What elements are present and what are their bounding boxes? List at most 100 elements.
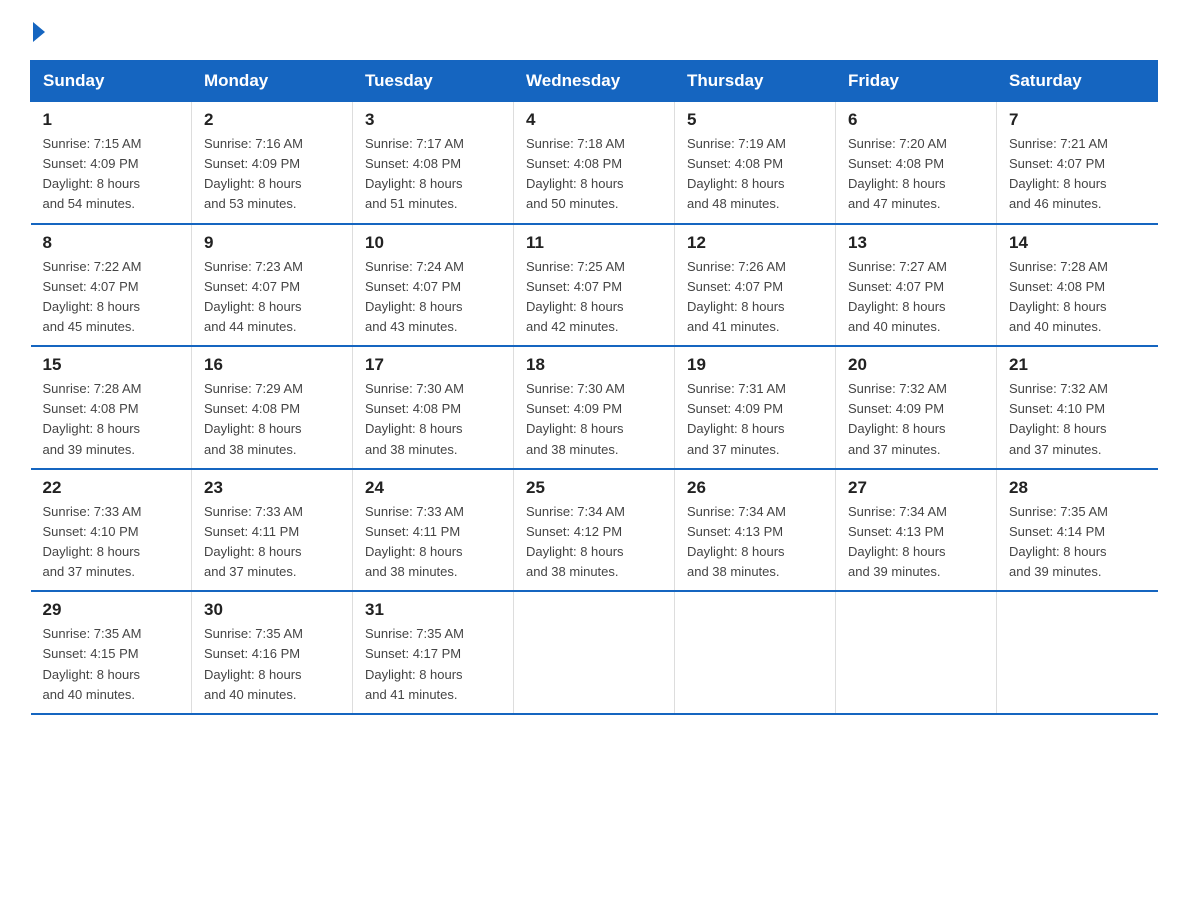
day-number: 10 bbox=[365, 233, 501, 253]
calendar-cell: 23 Sunrise: 7:33 AMSunset: 4:11 PMDaylig… bbox=[192, 469, 353, 592]
calendar-body: 1 Sunrise: 7:15 AMSunset: 4:09 PMDayligh… bbox=[31, 102, 1158, 714]
day-info: Sunrise: 7:17 AMSunset: 4:08 PMDaylight:… bbox=[365, 134, 501, 215]
day-number: 7 bbox=[1009, 110, 1146, 130]
calendar-cell: 10 Sunrise: 7:24 AMSunset: 4:07 PMDaylig… bbox=[353, 224, 514, 347]
day-number: 13 bbox=[848, 233, 984, 253]
calendar-cell: 26 Sunrise: 7:34 AMSunset: 4:13 PMDaylig… bbox=[675, 469, 836, 592]
day-number: 25 bbox=[526, 478, 662, 498]
day-info: Sunrise: 7:33 AMSunset: 4:10 PMDaylight:… bbox=[43, 502, 180, 583]
day-number: 21 bbox=[1009, 355, 1146, 375]
day-info: Sunrise: 7:25 AMSunset: 4:07 PMDaylight:… bbox=[526, 257, 662, 338]
calendar-cell: 15 Sunrise: 7:28 AMSunset: 4:08 PMDaylig… bbox=[31, 346, 192, 469]
calendar-cell: 2 Sunrise: 7:16 AMSunset: 4:09 PMDayligh… bbox=[192, 102, 353, 224]
day-number: 26 bbox=[687, 478, 823, 498]
day-info: Sunrise: 7:21 AMSunset: 4:07 PMDaylight:… bbox=[1009, 134, 1146, 215]
calendar-cell: 28 Sunrise: 7:35 AMSunset: 4:14 PMDaylig… bbox=[997, 469, 1158, 592]
calendar-cell: 16 Sunrise: 7:29 AMSunset: 4:08 PMDaylig… bbox=[192, 346, 353, 469]
day-number: 20 bbox=[848, 355, 984, 375]
day-number: 19 bbox=[687, 355, 823, 375]
calendar-cell: 12 Sunrise: 7:26 AMSunset: 4:07 PMDaylig… bbox=[675, 224, 836, 347]
day-info: Sunrise: 7:20 AMSunset: 4:08 PMDaylight:… bbox=[848, 134, 984, 215]
day-number: 27 bbox=[848, 478, 984, 498]
day-info: Sunrise: 7:22 AMSunset: 4:07 PMDaylight:… bbox=[43, 257, 180, 338]
day-number: 29 bbox=[43, 600, 180, 620]
day-number: 23 bbox=[204, 478, 340, 498]
calendar-cell: 29 Sunrise: 7:35 AMSunset: 4:15 PMDaylig… bbox=[31, 591, 192, 714]
calendar-week-row: 22 Sunrise: 7:33 AMSunset: 4:10 PMDaylig… bbox=[31, 469, 1158, 592]
day-number: 8 bbox=[43, 233, 180, 253]
calendar-cell: 11 Sunrise: 7:25 AMSunset: 4:07 PMDaylig… bbox=[514, 224, 675, 347]
calendar-cell: 20 Sunrise: 7:32 AMSunset: 4:09 PMDaylig… bbox=[836, 346, 997, 469]
calendar-cell bbox=[836, 591, 997, 714]
weekday-header-friday: Friday bbox=[836, 61, 997, 102]
day-info: Sunrise: 7:29 AMSunset: 4:08 PMDaylight:… bbox=[204, 379, 340, 460]
calendar-cell: 8 Sunrise: 7:22 AMSunset: 4:07 PMDayligh… bbox=[31, 224, 192, 347]
day-info: Sunrise: 7:34 AMSunset: 4:13 PMDaylight:… bbox=[848, 502, 984, 583]
calendar-cell bbox=[675, 591, 836, 714]
day-number: 24 bbox=[365, 478, 501, 498]
weekday-row: SundayMondayTuesdayWednesdayThursdayFrid… bbox=[31, 61, 1158, 102]
day-number: 1 bbox=[43, 110, 180, 130]
weekday-header-saturday: Saturday bbox=[997, 61, 1158, 102]
day-number: 16 bbox=[204, 355, 340, 375]
day-info: Sunrise: 7:30 AMSunset: 4:08 PMDaylight:… bbox=[365, 379, 501, 460]
calendar-cell bbox=[514, 591, 675, 714]
calendar-header: SundayMondayTuesdayWednesdayThursdayFrid… bbox=[31, 61, 1158, 102]
day-info: Sunrise: 7:27 AMSunset: 4:07 PMDaylight:… bbox=[848, 257, 984, 338]
day-number: 17 bbox=[365, 355, 501, 375]
day-info: Sunrise: 7:19 AMSunset: 4:08 PMDaylight:… bbox=[687, 134, 823, 215]
day-info: Sunrise: 7:31 AMSunset: 4:09 PMDaylight:… bbox=[687, 379, 823, 460]
calendar-cell: 31 Sunrise: 7:35 AMSunset: 4:17 PMDaylig… bbox=[353, 591, 514, 714]
calendar-cell: 1 Sunrise: 7:15 AMSunset: 4:09 PMDayligh… bbox=[31, 102, 192, 224]
day-info: Sunrise: 7:35 AMSunset: 4:14 PMDaylight:… bbox=[1009, 502, 1146, 583]
weekday-header-sunday: Sunday bbox=[31, 61, 192, 102]
day-info: Sunrise: 7:35 AMSunset: 4:16 PMDaylight:… bbox=[204, 624, 340, 705]
day-number: 11 bbox=[526, 233, 662, 253]
calendar-cell: 6 Sunrise: 7:20 AMSunset: 4:08 PMDayligh… bbox=[836, 102, 997, 224]
calendar-cell: 19 Sunrise: 7:31 AMSunset: 4:09 PMDaylig… bbox=[675, 346, 836, 469]
calendar-cell: 30 Sunrise: 7:35 AMSunset: 4:16 PMDaylig… bbox=[192, 591, 353, 714]
day-info: Sunrise: 7:33 AMSunset: 4:11 PMDaylight:… bbox=[204, 502, 340, 583]
weekday-header-thursday: Thursday bbox=[675, 61, 836, 102]
calendar-cell: 18 Sunrise: 7:30 AMSunset: 4:09 PMDaylig… bbox=[514, 346, 675, 469]
calendar-cell: 24 Sunrise: 7:33 AMSunset: 4:11 PMDaylig… bbox=[353, 469, 514, 592]
day-info: Sunrise: 7:16 AMSunset: 4:09 PMDaylight:… bbox=[204, 134, 340, 215]
day-info: Sunrise: 7:34 AMSunset: 4:12 PMDaylight:… bbox=[526, 502, 662, 583]
day-number: 9 bbox=[204, 233, 340, 253]
day-info: Sunrise: 7:18 AMSunset: 4:08 PMDaylight:… bbox=[526, 134, 662, 215]
day-number: 31 bbox=[365, 600, 501, 620]
day-number: 5 bbox=[687, 110, 823, 130]
calendar-cell: 5 Sunrise: 7:19 AMSunset: 4:08 PMDayligh… bbox=[675, 102, 836, 224]
calendar-cell: 13 Sunrise: 7:27 AMSunset: 4:07 PMDaylig… bbox=[836, 224, 997, 347]
weekday-header-wednesday: Wednesday bbox=[514, 61, 675, 102]
day-number: 22 bbox=[43, 478, 180, 498]
day-number: 3 bbox=[365, 110, 501, 130]
day-info: Sunrise: 7:23 AMSunset: 4:07 PMDaylight:… bbox=[204, 257, 340, 338]
day-number: 2 bbox=[204, 110, 340, 130]
calendar-cell: 3 Sunrise: 7:17 AMSunset: 4:08 PMDayligh… bbox=[353, 102, 514, 224]
day-info: Sunrise: 7:35 AMSunset: 4:15 PMDaylight:… bbox=[43, 624, 180, 705]
day-number: 14 bbox=[1009, 233, 1146, 253]
day-number: 4 bbox=[526, 110, 662, 130]
logo bbox=[30, 20, 45, 42]
day-info: Sunrise: 7:35 AMSunset: 4:17 PMDaylight:… bbox=[365, 624, 501, 705]
weekday-header-tuesday: Tuesday bbox=[353, 61, 514, 102]
calendar-cell: 22 Sunrise: 7:33 AMSunset: 4:10 PMDaylig… bbox=[31, 469, 192, 592]
calendar-week-row: 15 Sunrise: 7:28 AMSunset: 4:08 PMDaylig… bbox=[31, 346, 1158, 469]
page-header bbox=[30, 20, 1158, 42]
calendar-week-row: 1 Sunrise: 7:15 AMSunset: 4:09 PMDayligh… bbox=[31, 102, 1158, 224]
calendar-cell: 14 Sunrise: 7:28 AMSunset: 4:08 PMDaylig… bbox=[997, 224, 1158, 347]
day-info: Sunrise: 7:32 AMSunset: 4:09 PMDaylight:… bbox=[848, 379, 984, 460]
day-number: 15 bbox=[43, 355, 180, 375]
calendar-cell: 7 Sunrise: 7:21 AMSunset: 4:07 PMDayligh… bbox=[997, 102, 1158, 224]
day-info: Sunrise: 7:32 AMSunset: 4:10 PMDaylight:… bbox=[1009, 379, 1146, 460]
day-number: 28 bbox=[1009, 478, 1146, 498]
calendar-cell: 27 Sunrise: 7:34 AMSunset: 4:13 PMDaylig… bbox=[836, 469, 997, 592]
calendar-cell bbox=[997, 591, 1158, 714]
day-info: Sunrise: 7:28 AMSunset: 4:08 PMDaylight:… bbox=[43, 379, 180, 460]
day-number: 12 bbox=[687, 233, 823, 253]
day-info: Sunrise: 7:28 AMSunset: 4:08 PMDaylight:… bbox=[1009, 257, 1146, 338]
day-number: 30 bbox=[204, 600, 340, 620]
calendar-cell: 9 Sunrise: 7:23 AMSunset: 4:07 PMDayligh… bbox=[192, 224, 353, 347]
day-info: Sunrise: 7:34 AMSunset: 4:13 PMDaylight:… bbox=[687, 502, 823, 583]
